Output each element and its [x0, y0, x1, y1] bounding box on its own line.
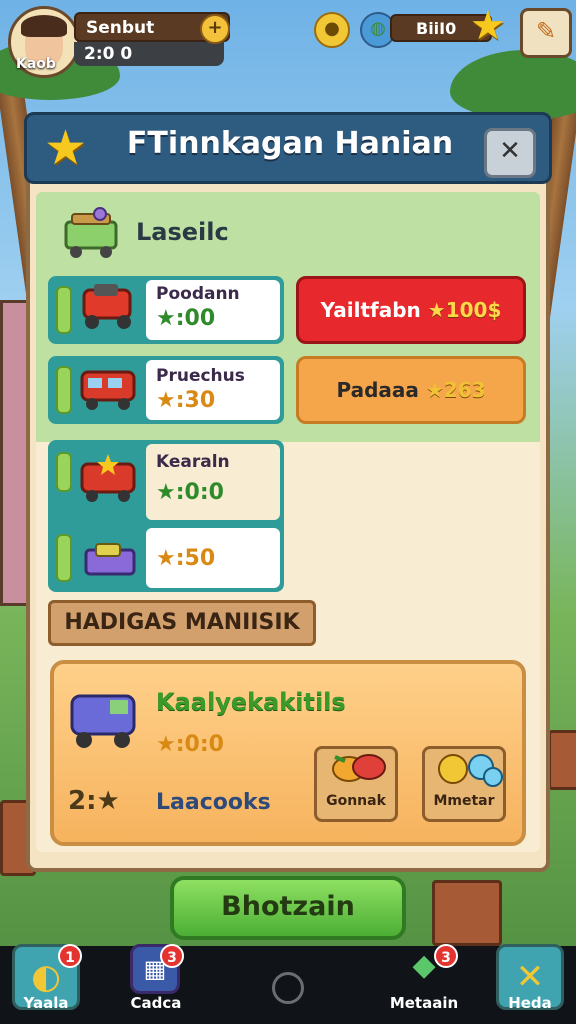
item-indicator	[56, 366, 72, 414]
avatar-hair	[21, 15, 67, 37]
home-button[interactable]	[272, 972, 304, 1004]
buy-button[interactable]: Yailtfabn ★100$	[296, 276, 526, 344]
item-indicator	[56, 452, 72, 492]
food-icon	[332, 754, 386, 782]
item-price: ★:30	[156, 388, 216, 413]
close-button[interactable]: ✕	[484, 128, 536, 178]
add-currency-button[interactable]: +	[200, 14, 230, 44]
food-option-label: Gonnak	[326, 793, 386, 809]
featured-title: Kaalyekakitils	[156, 688, 346, 716]
item-price: ★:50	[156, 546, 216, 571]
crate-decoration	[548, 730, 576, 790]
item-indicator	[56, 534, 72, 582]
coins-icon	[438, 754, 503, 787]
item-price: ★:00	[156, 306, 216, 331]
section-title: Laseilc	[136, 218, 229, 246]
buy-button-label: Yailtfabn	[320, 298, 421, 322]
notification-badge: 1	[58, 944, 82, 968]
coin-icon[interactable]: ●	[314, 12, 350, 48]
featured-subtitle: Laacooks	[156, 790, 271, 815]
confirm-button[interactable]: Bhotzain	[170, 876, 406, 940]
item-indicator	[56, 286, 72, 334]
fire-truck-icon	[80, 454, 136, 502]
pencil-icon[interactable]: ✎	[520, 8, 572, 58]
item-name: Kearaln	[156, 452, 230, 472]
section-ribbon: HADIGAS MANIISIK	[48, 600, 316, 646]
item-name: Poodann	[156, 284, 240, 304]
palm-leaf	[450, 50, 576, 120]
star-icon: ★	[44, 120, 88, 176]
crate-decoration	[432, 880, 502, 946]
food-icon: ◐	[31, 957, 61, 997]
featured-count: 2:★	[68, 786, 120, 816]
level-tag: Kaob	[16, 56, 56, 72]
gem-icon: ◆	[412, 948, 436, 983]
nav-label: Heda	[508, 994, 552, 1012]
material-option-button[interactable]: Mmetar	[422, 746, 506, 822]
player-score: 2:0 0	[74, 42, 224, 66]
nav-label: Yaala	[23, 994, 69, 1012]
tools-icon: ✕	[515, 957, 545, 997]
material-option-label: Mmetar	[433, 793, 495, 809]
buy-button-price: ★263	[425, 378, 486, 402]
nav-label: Cadca	[130, 994, 182, 1012]
item-price: ★:0:0	[156, 480, 224, 505]
buy-button-price: ★100$	[427, 298, 502, 322]
buy-button[interactable]: Padaaa ★263	[296, 356, 526, 424]
panel-title: FTinnkagan Hanian	[126, 126, 454, 161]
notification-badge: 3	[160, 944, 184, 968]
item-name: Pruechus	[156, 366, 245, 386]
star-icon[interactable]: ★	[470, 6, 510, 46]
cart-icon	[64, 207, 118, 258]
buy-button-label: Padaaa	[336, 378, 419, 402]
truck-icon	[80, 370, 136, 410]
notification-badge: 3	[434, 944, 458, 968]
featured-price: ★:0:0	[156, 732, 224, 757]
truck-icon	[70, 694, 136, 748]
tractor-icon	[82, 284, 132, 329]
nav-label: Metaain	[389, 994, 459, 1012]
cart-icon	[84, 543, 136, 576]
food-option-button[interactable]: Gonnak	[314, 746, 398, 822]
